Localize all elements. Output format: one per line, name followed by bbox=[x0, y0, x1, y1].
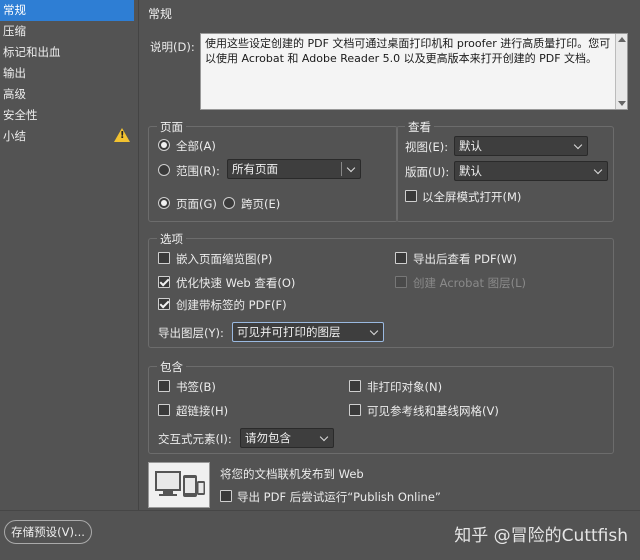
include-group-title: 包含 bbox=[157, 359, 186, 375]
save-preset-button[interactable]: 存储预设(V)... bbox=[4, 520, 92, 544]
view-group-title: 查看 bbox=[405, 119, 434, 135]
fullscreen-label[interactable]: 以全屏模式打开(M) bbox=[422, 189, 521, 205]
sidebar-item-label: 安全性 bbox=[3, 108, 38, 122]
layout-value: 默认 bbox=[459, 164, 482, 178]
nonprinting-label[interactable]: 非打印对象(N) bbox=[367, 379, 442, 395]
chevron-down-icon bbox=[319, 432, 329, 442]
sidebar-item-compression[interactable]: 压缩 bbox=[0, 21, 134, 42]
warning-icon: ! bbox=[114, 128, 130, 142]
scroll-down-icon[interactable] bbox=[618, 101, 626, 106]
sidebar: 常规 压缩 标记和出血 输出 高级 安全性 小结 ! bbox=[0, 0, 134, 510]
pages-all-radio[interactable] bbox=[158, 139, 170, 151]
optimize-web-checkbox[interactable] bbox=[158, 276, 170, 288]
fullscreen-checkbox[interactable] bbox=[405, 190, 417, 202]
main-panel: 常规 说明(D): 使用这些设定创建的 PDF 文档可通过桌面打印机和 proo… bbox=[140, 0, 640, 510]
page-title: 常规 bbox=[148, 7, 173, 21]
sidebar-item-general[interactable]: 常规 bbox=[0, 0, 134, 21]
pages-pages-label[interactable]: 页面(G) bbox=[176, 196, 217, 212]
description-scrollbar[interactable] bbox=[615, 34, 627, 109]
include-group: 包含 书签(B) 非打印对象(N) 超链接(H) 可见参考线和基线网格(V) 交… bbox=[148, 359, 614, 454]
description-text: 使用这些设定创建的 PDF 文档可通过桌面打印机和 proofer 进行高质量打… bbox=[205, 37, 611, 65]
export-layers-label: 导出图层(Y): bbox=[158, 326, 224, 340]
pages-all-label[interactable]: 全部(A) bbox=[176, 138, 216, 154]
acrobat-layers-checkbox bbox=[395, 276, 407, 288]
sidebar-item-label: 标记和出血 bbox=[3, 45, 61, 59]
pages-group-title: 页面 bbox=[157, 119, 186, 135]
sidebar-item-output[interactable]: 输出 bbox=[0, 63, 134, 84]
sidebar-item-security[interactable]: 安全性 bbox=[0, 105, 134, 126]
tagged-pdf-checkbox[interactable] bbox=[158, 298, 170, 310]
chevron-down-icon bbox=[369, 326, 379, 336]
export-layers-select[interactable]: 可见并可打印的图层 bbox=[232, 322, 384, 342]
interactive-elements-value: 请勿包含 bbox=[245, 431, 291, 445]
publish-online-label[interactable]: 导出 PDF 后尝试运行“Publish Online” bbox=[237, 489, 441, 505]
embed-thumbnails-checkbox[interactable] bbox=[158, 252, 170, 264]
description-textarea[interactable]: 使用这些设定创建的 PDF 文档可通过桌面打印机和 proofer 进行高质量打… bbox=[200, 33, 628, 110]
tagged-pdf-label[interactable]: 创建带标签的 PDF(F) bbox=[176, 297, 287, 313]
hyperlinks-label[interactable]: 超链接(H) bbox=[176, 403, 228, 419]
publish-online-checkbox[interactable] bbox=[220, 490, 232, 502]
sidebar-item-label: 输出 bbox=[3, 66, 26, 80]
pages-group: 页面 全部(A) 范围(R): 所有页面 页面(G) 跨页(E) bbox=[148, 119, 398, 222]
interactive-elements-select[interactable]: 请勿包含 bbox=[240, 428, 334, 448]
guides-label[interactable]: 可见参考线和基线网格(V) bbox=[367, 403, 499, 419]
publish-online-heading: 将您的文档联机发布到 Web bbox=[220, 467, 364, 481]
sidebar-item-summary[interactable]: 小结 ! bbox=[0, 126, 134, 147]
sidebar-item-label: 小结 bbox=[3, 129, 26, 143]
embed-thumbnails-label[interactable]: 嵌入页面缩览图(P) bbox=[176, 251, 272, 267]
acrobat-layers-label: 创建 Acrobat 图层(L) bbox=[413, 276, 527, 290]
chevron-down-icon bbox=[573, 140, 583, 150]
bookmarks-label[interactable]: 书签(B) bbox=[176, 379, 216, 395]
watermark: 知乎 @冒险的Cuttfish bbox=[454, 526, 628, 546]
view-select[interactable]: 默认 bbox=[454, 136, 588, 156]
optimize-web-label[interactable]: 优化快速 Web 查看(O) bbox=[176, 275, 295, 291]
sidebar-divider bbox=[138, 0, 139, 510]
pages-range-label[interactable]: 范围(R): bbox=[176, 163, 220, 179]
options-group-title: 选项 bbox=[157, 231, 186, 247]
hyperlinks-checkbox[interactable] bbox=[158, 404, 170, 416]
view-value: 默认 bbox=[459, 139, 482, 153]
sidebar-item-advanced[interactable]: 高级 bbox=[0, 84, 134, 105]
options-group: 选项 嵌入页面缩览图(P) 导出后查看 PDF(W) 优化快速 Web 查看(O… bbox=[148, 231, 614, 348]
pages-range-radio[interactable] bbox=[158, 164, 170, 176]
view-label: 视图(E): bbox=[405, 140, 449, 154]
layout-select[interactable]: 默认 bbox=[454, 161, 608, 181]
layout-label: 版面(U): bbox=[405, 165, 450, 179]
sidebar-item-label: 常规 bbox=[3, 3, 26, 17]
sidebar-item-label: 压缩 bbox=[3, 24, 26, 38]
bookmarks-checkbox[interactable] bbox=[158, 380, 170, 392]
view-after-export-label[interactable]: 导出后查看 PDF(W) bbox=[413, 251, 517, 267]
chevron-down-icon bbox=[593, 165, 603, 175]
guides-checkbox[interactable] bbox=[349, 404, 361, 416]
nonprinting-checkbox[interactable] bbox=[349, 380, 361, 392]
bottom-bar: 存储预设(V)... 知乎 @冒险的Cuttfish bbox=[0, 510, 640, 560]
scroll-up-icon[interactable] bbox=[618, 37, 626, 42]
pages-spreads-label[interactable]: 跨页(E) bbox=[241, 196, 280, 212]
pages-range-select[interactable]: 所有页面 bbox=[227, 159, 361, 179]
view-after-export-checkbox[interactable] bbox=[395, 252, 407, 264]
publish-online-icon bbox=[148, 462, 210, 508]
interactive-elements-label: 交互式元素(I): bbox=[158, 432, 232, 446]
chevron-down-icon bbox=[346, 163, 356, 173]
pages-spreads-radio[interactable] bbox=[223, 197, 235, 209]
sidebar-item-label: 高级 bbox=[3, 87, 26, 101]
view-group: 查看 视图(E): 默认 版面(U): 默认 以全屏模式打开(M) bbox=[396, 119, 614, 222]
pages-pages-radio[interactable] bbox=[158, 197, 170, 209]
select-separator bbox=[341, 162, 342, 176]
export-layers-value: 可见并可打印的图层 bbox=[237, 325, 341, 339]
description-label: 说明(D): bbox=[150, 40, 195, 54]
pages-range-value: 所有页面 bbox=[232, 162, 278, 176]
sidebar-item-marks-bleeds[interactable]: 标记和出血 bbox=[0, 42, 134, 63]
